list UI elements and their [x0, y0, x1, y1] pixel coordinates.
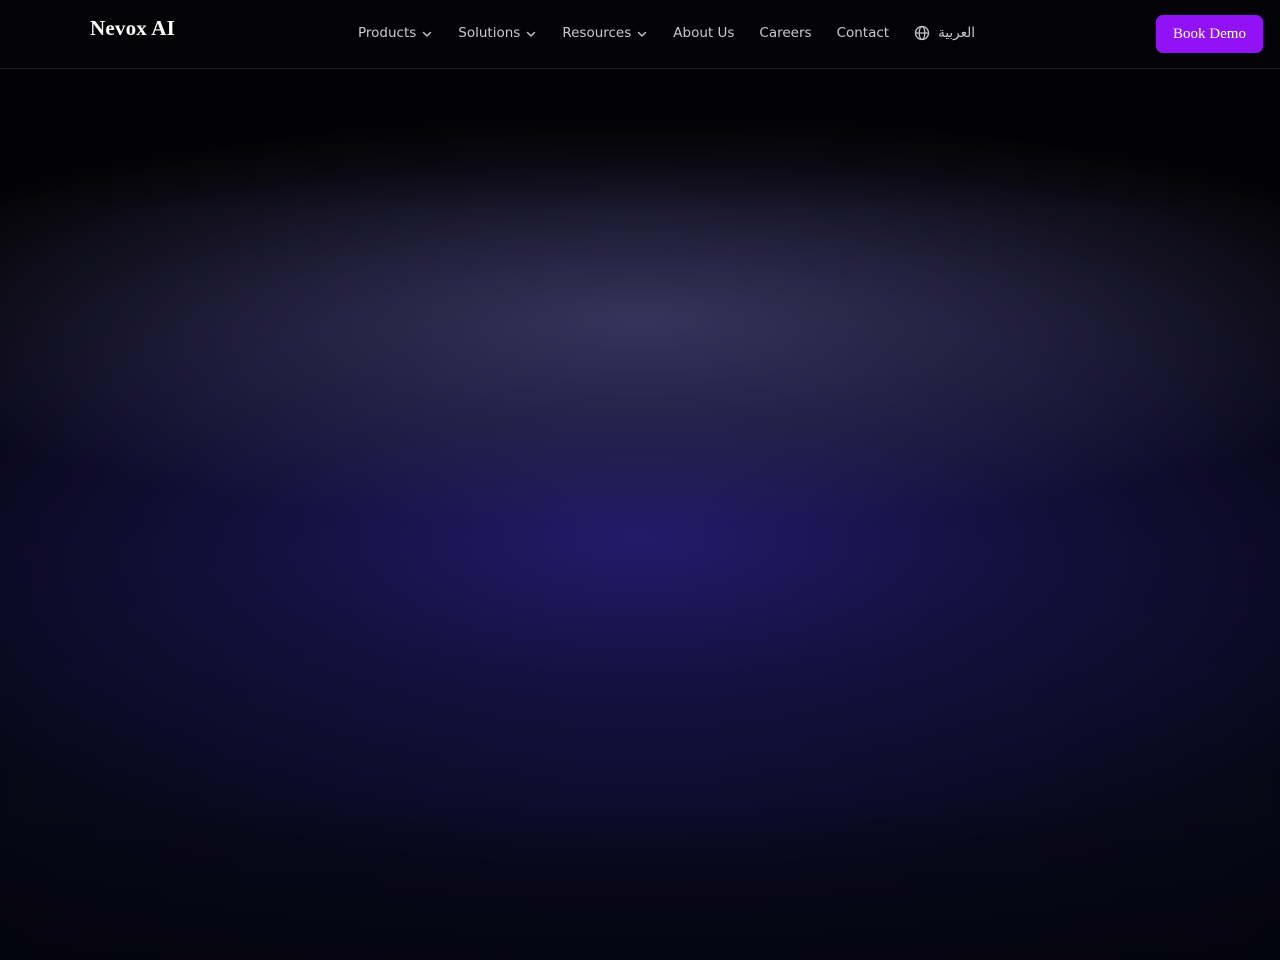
top-navbar: Nevox AI Products Solutions Resources Ab… — [0, 0, 1280, 69]
hero-glow-fade — [0, 69, 1280, 960]
language-switcher[interactable]: العربية — [914, 25, 975, 41]
nav-item-solutions[interactable]: Solutions — [458, 25, 537, 41]
hero-background — [0, 69, 1280, 960]
nav-item-label: Resources — [562, 25, 632, 41]
language-label: العربية — [938, 25, 975, 41]
nav-item-about-us[interactable]: About Us — [673, 25, 734, 41]
page: Nevox AI Products Solutions Resources Ab… — [0, 0, 1280, 960]
chevron-down-icon — [527, 31, 536, 37]
nav-item-contact[interactable]: Contact — [837, 25, 890, 41]
nav-item-label: Products — [358, 25, 417, 41]
nav-item-products[interactable]: Products — [358, 25, 433, 41]
chevron-down-icon — [638, 31, 647, 37]
book-demo-button[interactable]: Book Demo — [1156, 15, 1263, 53]
nav-item-label: Solutions — [458, 25, 521, 41]
nav-item-label: Contact — [836, 25, 890, 41]
nav-item-label: Careers — [759, 25, 812, 41]
globe-icon — [914, 25, 930, 41]
main-nav: Products Solutions Resources About Us Ca… — [358, 21, 975, 45]
nav-item-label: About Us — [673, 25, 735, 41]
nav-item-resources[interactable]: Resources — [562, 25, 648, 41]
chevron-down-icon — [423, 31, 432, 37]
nav-item-careers[interactable]: Careers — [759, 25, 811, 41]
brand-logo[interactable]: Nevox AI — [90, 16, 175, 41]
